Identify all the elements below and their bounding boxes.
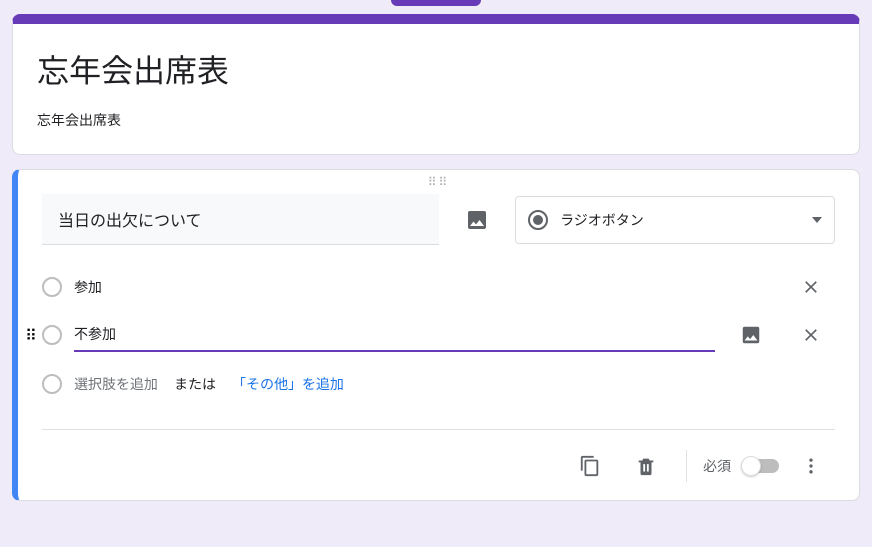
copy-icon <box>579 455 601 477</box>
radio-icon <box>528 210 548 230</box>
card-drag-handle[interactable]: ⠿⠿ <box>42 170 835 194</box>
add-other-option-button[interactable]: 「その他」を追加 <box>232 374 344 394</box>
close-icon <box>801 277 821 297</box>
question-type-label: ラジオボタン <box>560 210 644 230</box>
form-title[interactable]: 忘年会出席表 <box>37 46 835 92</box>
more-vert-icon <box>801 456 821 476</box>
add-option-or: または <box>174 374 216 394</box>
question-title-input[interactable] <box>42 194 439 245</box>
duplicate-button[interactable] <box>566 442 614 490</box>
form-description[interactable]: 忘年会出席表 <box>37 110 835 130</box>
option-input[interactable] <box>74 318 715 352</box>
add-option-row: 選択肢を追加 または 「その他」を追加 <box>42 363 835 405</box>
more-options-button[interactable] <box>787 442 835 490</box>
option-drag-handle[interactable]: ⠿ <box>22 311 40 359</box>
radio-placeholder-icon <box>42 374 62 394</box>
option-row: 参加 <box>42 263 835 311</box>
image-icon <box>740 324 762 346</box>
add-option-text[interactable]: 選択肢を追加 <box>74 374 158 394</box>
form-header-card: 忘年会出席表 忘年会出席表 <box>12 14 860 155</box>
required-label: 必須 <box>703 456 731 476</box>
divider <box>42 429 835 430</box>
required-toggle[interactable] <box>743 459 779 473</box>
separator <box>686 450 687 482</box>
question-footer: 必須 <box>42 438 835 494</box>
question-card: ⠿⠿ ラジオボタン 参加 ⠿ <box>12 169 860 501</box>
chevron-down-icon <box>812 217 822 223</box>
question-add-image-button[interactable] <box>453 196 501 244</box>
option-row: ⠿ <box>42 311 835 359</box>
radio-placeholder-icon <box>42 325 62 345</box>
option-add-image-button[interactable] <box>727 311 775 359</box>
radio-placeholder-icon <box>42 277 62 297</box>
trash-icon <box>635 455 657 477</box>
option-label[interactable]: 参加 <box>74 277 102 297</box>
option-remove-button[interactable] <box>787 263 835 311</box>
delete-button[interactable] <box>622 442 670 490</box>
option-remove-button[interactable] <box>787 311 835 359</box>
image-icon <box>465 208 489 232</box>
close-icon <box>801 325 821 345</box>
question-type-select[interactable]: ラジオボタン <box>515 196 835 244</box>
top-accent-tab <box>391 0 481 6</box>
